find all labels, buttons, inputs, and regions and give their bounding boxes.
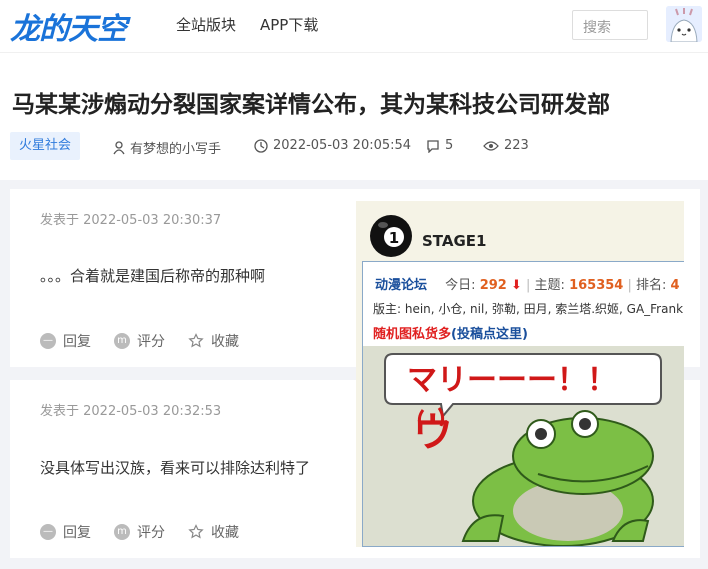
- article-title: 马某某涉煽动分裂国家案详情公布，其为某科技公司研发部: [12, 92, 610, 118]
- article-header: 马某某涉煽动分裂国家案详情公布，其为某科技公司研发部 火星社会 有梦想的小写手 …: [0, 52, 708, 180]
- frog-illustration: マリーーー！！ ウ: [384, 353, 662, 547]
- comment-count: 5: [445, 138, 454, 153]
- random-image-row: 随机图私货多(投稿点这里): [373, 323, 528, 342]
- nav-app-download[interactable]: APP下载: [260, 14, 318, 35]
- post-datetime: 2022-05-03 20:05:54: [273, 138, 412, 153]
- stage-number: 1: [389, 229, 399, 247]
- datetime-meta: 2022-05-03 20:05:54: [254, 138, 411, 153]
- topic-count: 165354: [569, 278, 624, 293]
- category-tag[interactable]: 火星社会: [10, 132, 81, 160]
- forum-name[interactable]: 动漫论坛: [375, 278, 427, 293]
- random-image-label: 随机图私货多: [373, 327, 452, 342]
- star-icon: [188, 333, 204, 348]
- forum-preview-popup: 1 STAGE1 动漫论坛 今日: 292 ⬇ | 主题: 165354 | 排…: [356, 201, 684, 547]
- bubble-text: マリーーー！！: [407, 363, 617, 398]
- top-header: 龙的天空 全站版块 APP下载 搜索: [0, 0, 708, 52]
- reply-icon: —: [40, 333, 56, 349]
- forum-stats: 动漫论坛 今日: 292 ⬇ | 主题: 165354 | 排名: 4 ⬇: [375, 274, 684, 293]
- reply-text: 。。。合着就是建国后称帝的那种啊: [40, 267, 266, 285]
- rate-button[interactable]: m 评分: [114, 522, 165, 542]
- comment-icon: [427, 139, 439, 153]
- frog-meme-image: マリーーー！！ ウ: [363, 346, 684, 547]
- stage-label: STAGE1: [422, 232, 487, 250]
- down-arrow-icon: ⬇: [510, 278, 522, 293]
- nav-all-boards[interactable]: 全站版块: [176, 14, 236, 35]
- user-avatar[interactable]: [666, 6, 702, 42]
- eightball-icon: 1: [370, 215, 412, 257]
- forum-board-card[interactable]: 动漫论坛 今日: 292 ⬇ | 主题: 165354 | 排名: 4 ⬇ 版主…: [362, 261, 684, 547]
- eye-icon: [483, 140, 499, 151]
- rank-value: 4: [670, 278, 680, 293]
- reply-actions: — 回复 m 评分 收藏: [40, 331, 262, 351]
- rate-button[interactable]: m 评分: [114, 331, 165, 351]
- search-input[interactable]: 搜索: [572, 10, 648, 40]
- site-logo[interactable]: 龙的天空: [10, 4, 127, 48]
- today-count: 292: [479, 278, 507, 293]
- favorite-button[interactable]: 收藏: [188, 331, 239, 351]
- reply-icon: —: [40, 524, 56, 540]
- rate-icon: m: [114, 524, 130, 540]
- reply-time: 发表于 2022-05-03 20:30:37: [40, 213, 222, 228]
- reply-time: 发表于 2022-05-03 20:32:53: [40, 404, 222, 419]
- clock-icon: [254, 138, 268, 153]
- reply-button[interactable]: — 回复: [40, 331, 91, 351]
- user-icon: [113, 140, 125, 154]
- views-meta: 223: [483, 138, 529, 153]
- view-count: 223: [504, 138, 529, 153]
- author-meta[interactable]: 有梦想的小写手: [113, 138, 221, 157]
- comments-meta: 5: [426, 138, 453, 153]
- avatar-icon: [666, 6, 702, 42]
- reply-text: 没具体写出汉族，看来可以排除达利特了: [40, 459, 311, 477]
- reply-button[interactable]: — 回复: [40, 522, 91, 542]
- stage-logo: 1 STAGE1: [368, 213, 486, 259]
- contribute-link[interactable]: (投稿点这里): [451, 327, 528, 342]
- rate-icon: m: [114, 333, 130, 349]
- author-name: 有梦想的小写手: [130, 142, 222, 157]
- moderator-list: 版主: hein, 小仓, nil, 弥勒, 田月, 索兰塔.织姬, GA_Fr…: [373, 302, 684, 316]
- favorite-button[interactable]: 收藏: [188, 522, 239, 542]
- star-icon: [188, 524, 204, 539]
- reply-actions: — 回复 m 评分 收藏: [40, 522, 262, 542]
